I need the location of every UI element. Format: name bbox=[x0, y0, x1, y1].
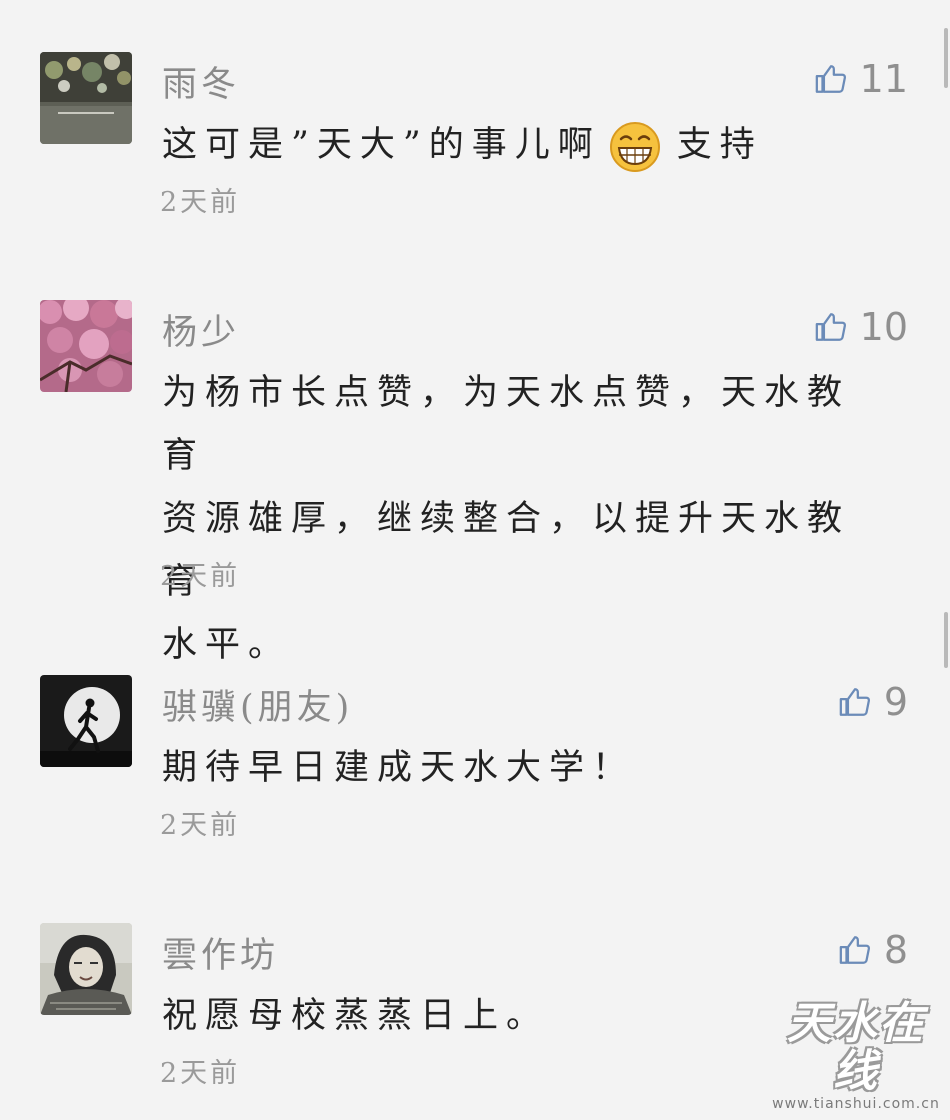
like-button[interactable]: 10 bbox=[814, 304, 908, 350]
avatar-image bbox=[40, 52, 132, 144]
like-button[interactable]: 8 bbox=[838, 927, 908, 973]
avatar[interactable] bbox=[40, 52, 132, 144]
comment-time: 2天前 bbox=[160, 561, 241, 592]
comment-text-body: 这可是”天大”的事儿啊 bbox=[162, 125, 601, 165]
scrollbar[interactable] bbox=[944, 28, 948, 88]
watermark-logo: 天水在线 bbox=[787, 998, 925, 1097]
avatar-image bbox=[40, 300, 132, 392]
thumbs-up-icon[interactable] bbox=[838, 685, 872, 719]
comment-time: 2天前 bbox=[160, 810, 241, 841]
avatar[interactable] bbox=[40, 923, 132, 1015]
comment-text-tail: 支持 bbox=[676, 125, 763, 165]
avatar-image bbox=[40, 923, 132, 1015]
commenter-name[interactable]: 骐骥(朋友) bbox=[162, 679, 353, 730]
like-count: 8 bbox=[883, 928, 908, 972]
scrollbar[interactable] bbox=[944, 612, 948, 668]
like-count: 11 bbox=[859, 57, 908, 101]
like-count: 9 bbox=[883, 680, 908, 724]
like-count: 10 bbox=[859, 305, 908, 349]
comment-text: 为杨市长点赞，为天水点赞，天水教育 资源雄厚，继续整合，以提升天水教育 水平。 bbox=[162, 362, 882, 677]
watermark-url: www.tianshui.com.cn bbox=[772, 1096, 940, 1112]
comment-text: 这可是”天大”的事儿啊 支持 bbox=[162, 114, 882, 176]
thumbs-up-icon[interactable] bbox=[814, 310, 848, 344]
commenter-name[interactable]: 杨少 bbox=[162, 304, 240, 355]
comments-page: 雨冬 11 这可是”天大”的事儿啊 支持 2天前 杨少 10 为杨市长点赞，为天… bbox=[0, 0, 950, 1120]
grinning-face-icon bbox=[609, 121, 661, 173]
avatar[interactable] bbox=[40, 300, 132, 392]
commenter-name[interactable]: 雨冬 bbox=[162, 56, 240, 107]
like-button[interactable]: 11 bbox=[814, 56, 908, 102]
comment-text-line: 水平。 bbox=[162, 625, 292, 665]
comment-time: 2天前 bbox=[160, 1058, 241, 1089]
comment-text: 期待早日建成天水大学！ bbox=[162, 748, 636, 788]
avatar[interactable] bbox=[40, 675, 132, 767]
comment-text-line: 资源雄厚，继续整合，以提升天水教育 bbox=[162, 499, 851, 602]
like-button[interactable]: 9 bbox=[838, 679, 908, 725]
thumbs-up-icon[interactable] bbox=[814, 62, 848, 96]
thumbs-up-icon[interactable] bbox=[838, 933, 872, 967]
avatar-image bbox=[40, 675, 132, 767]
comment-text-line: 为杨市长点赞，为天水点赞，天水教育 bbox=[162, 373, 851, 476]
watermark: 天水在线 www.tianshui.com.cn bbox=[768, 998, 944, 1113]
commenter-name[interactable]: 雲作坊 bbox=[162, 927, 279, 978]
comment-time: 2天前 bbox=[160, 187, 241, 218]
